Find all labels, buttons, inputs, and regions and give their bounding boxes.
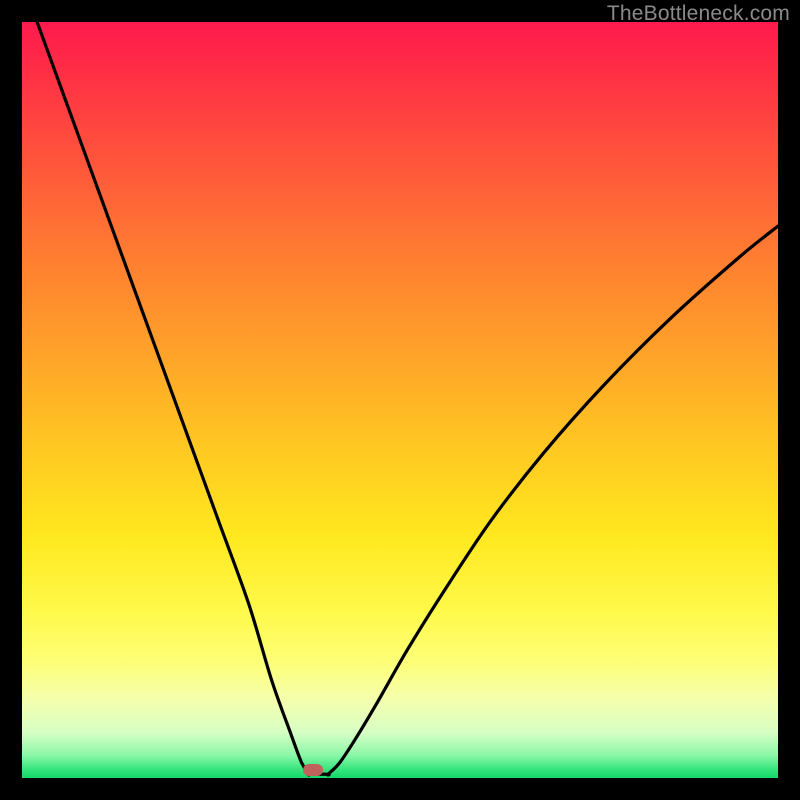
chart-frame: TheBottleneck.com xyxy=(0,0,800,800)
plot-area xyxy=(22,22,778,778)
optimum-marker xyxy=(303,764,323,776)
watermark-text: TheBottleneck.com xyxy=(607,2,790,26)
curve-path xyxy=(37,22,778,775)
bottleneck-curve xyxy=(22,22,778,778)
